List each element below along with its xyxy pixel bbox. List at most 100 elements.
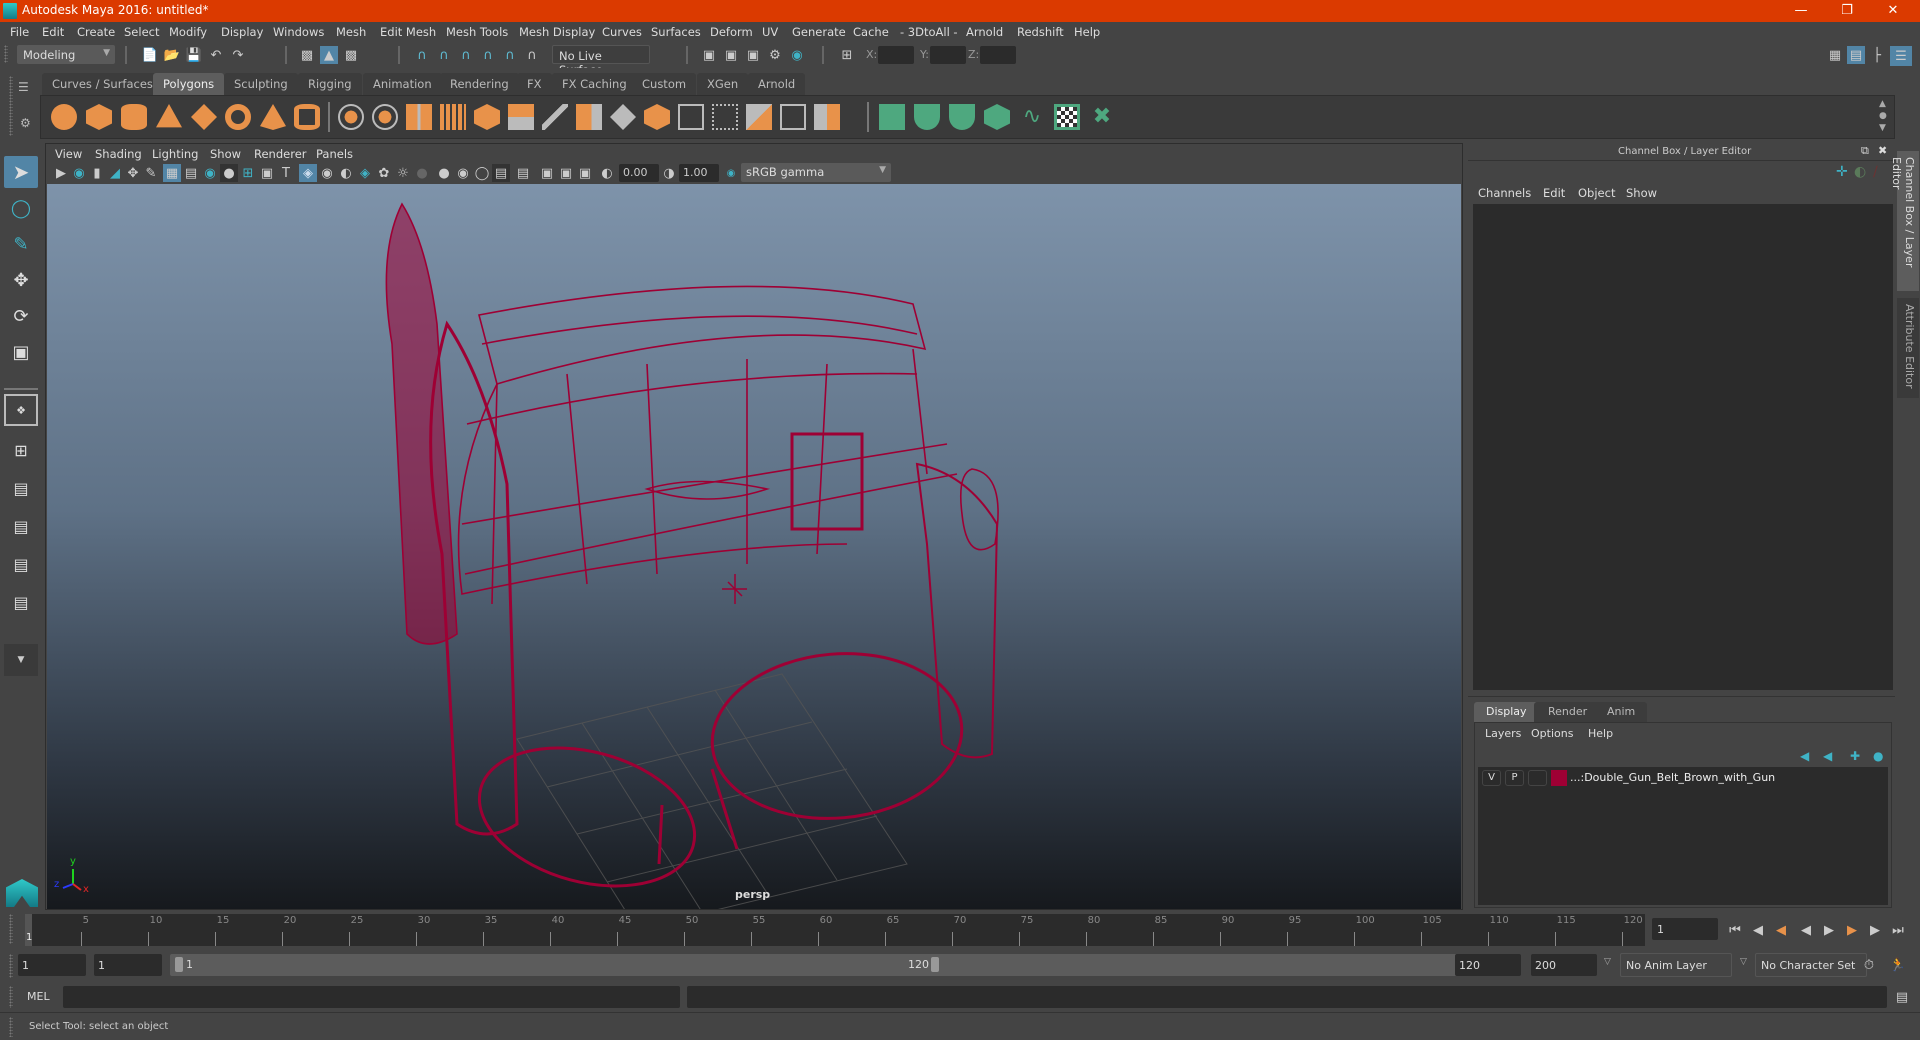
menu-create[interactable]: Create: [77, 25, 115, 39]
shelf-tab-rigging[interactable]: Rigging: [298, 73, 362, 95]
motion-blur-icon[interactable]: ◉: [454, 164, 472, 182]
separate-icon[interactable]: [372, 104, 398, 130]
transform-input-icon[interactable]: ⊞: [838, 46, 856, 64]
snap-view-plane-icon[interactable]: ∩: [479, 46, 497, 64]
safe-title-icon[interactable]: T: [277, 164, 295, 182]
save-scene-icon[interactable]: 💾: [185, 46, 203, 64]
drag-handle[interactable]: [9, 954, 13, 978]
layer-tab-anim[interactable]: Anim: [1595, 702, 1648, 722]
move-layer-up-icon[interactable]: ◀: [1800, 749, 1809, 763]
persp-outliner-layout-icon[interactable]: ▤: [4, 472, 38, 504]
select-camera-icon[interactable]: ▶: [52, 164, 70, 182]
viewport-menu-lighting[interactable]: Lighting: [152, 147, 198, 161]
combine-icon[interactable]: [338, 104, 364, 130]
reduce-icon[interactable]: [780, 104, 806, 130]
layer-tab-display[interactable]: Display: [1474, 702, 1539, 722]
channel-list[interactable]: [1473, 204, 1893, 690]
animation-preferences-icon[interactable]: 🏃: [1889, 956, 1907, 974]
image-plane-icon[interactable]: ◢: [106, 164, 124, 182]
animation-end-field[interactable]: 200: [1531, 954, 1597, 976]
gate-mask-icon[interactable]: ●: [220, 164, 238, 182]
bookmark-icon[interactable]: ▮: [88, 164, 106, 182]
menu-mesh-display[interactable]: Mesh Display: [519, 25, 595, 39]
grid-toggle-icon[interactable]: ▦: [163, 164, 181, 182]
layers-menu-layers[interactable]: Layers: [1485, 727, 1521, 740]
new-layer-icon[interactable]: ✚: [1850, 749, 1860, 763]
resolution-gate-icon[interactable]: ◉: [201, 164, 219, 182]
float-panel-icon[interactable]: ⧉: [1861, 144, 1869, 158]
shelf-tab-rendering[interactable]: Rendering: [440, 73, 519, 95]
four-view-layout-icon[interactable]: ⊞: [4, 434, 38, 466]
menu-uv[interactable]: UV: [762, 25, 778, 39]
hypershade-icon[interactable]: ◉: [788, 46, 806, 64]
mirror-icon[interactable]: [406, 104, 432, 130]
step-back-key-icon[interactable]: ◀: [1772, 921, 1790, 939]
attribute-editor-toggle-icon[interactable]: ▤: [1847, 46, 1865, 64]
safe-action-icon[interactable]: ▣: [258, 164, 276, 182]
hypershade-layout-icon[interactable]: ▤: [4, 548, 38, 580]
menu-set-dropdown[interactable]: Modeling ▼: [17, 45, 115, 64]
menu-surfaces[interactable]: Surfaces: [651, 25, 701, 39]
time-slider-track[interactable]: 1 5 10 15 20 25 30 35 40 45 50 55 60 65 70 75 80 85 90 95 1…: [25, 914, 1645, 946]
shelf-tab-sculpting[interactable]: Sculpting: [224, 73, 298, 95]
gamma-field[interactable]: 1.00: [679, 164, 719, 182]
sew-uv-icon[interactable]: ✖: [1089, 104, 1115, 130]
viewport-menu-shading[interactable]: Shading: [95, 147, 142, 161]
layer-visibility-toggle[interactable]: V: [1482, 770, 1501, 786]
persp-graph-layout-icon[interactable]: ▤: [4, 510, 38, 542]
layer-display-type-toggle[interactable]: [1528, 770, 1547, 786]
wireframe-icon[interactable]: ◈: [299, 164, 317, 182]
shelf-tab-polygons[interactable]: Polygons: [153, 73, 225, 95]
lasso-tool-icon[interactable]: ◯: [4, 192, 38, 224]
render-view-icon[interactable]: ▣: [700, 46, 718, 64]
menu-mesh-tools[interactable]: Mesh Tools: [446, 25, 508, 39]
drag-handle[interactable]: [9, 76, 13, 136]
drag-handle[interactable]: [9, 914, 13, 944]
poly-pipe-icon[interactable]: [294, 104, 320, 130]
character-set-chevron-icon[interactable]: ▽: [1740, 957, 1747, 967]
camera-attributes-icon[interactable]: ◉: [70, 164, 88, 182]
snap-point-icon[interactable]: ∩: [457, 46, 475, 64]
z-field[interactable]: [980, 46, 1016, 64]
menu-generate[interactable]: Generate: [792, 25, 846, 39]
planar-uv-icon[interactable]: [879, 104, 905, 130]
smooth-icon[interactable]: [440, 104, 466, 130]
snap-grid-icon[interactable]: ∩: [413, 46, 431, 64]
poly-pyramid-icon[interactable]: [260, 104, 286, 130]
color-management-toggle-icon[interactable]: ◉: [722, 164, 740, 182]
playback-start-field[interactable]: 1: [94, 954, 162, 976]
menu-display[interactable]: Display: [221, 25, 263, 39]
menu-arnold[interactable]: Arnold: [966, 25, 1003, 39]
render-settings-icon[interactable]: ⚙: [766, 46, 784, 64]
quad-draw-icon[interactable]: [644, 104, 670, 130]
menu-redshift[interactable]: Redshift: [1017, 25, 1064, 39]
view-transform-dropdown[interactable]: sRGB gamma ▼: [741, 163, 891, 182]
select-tool-icon[interactable]: ➤: [4, 156, 38, 188]
xray-components-icon[interactable]: ▣: [576, 164, 594, 182]
grease-pencil-icon[interactable]: ✎: [142, 164, 160, 182]
depth-of-field-icon[interactable]: ▤: [492, 164, 510, 182]
exposure-icon[interactable]: ◐: [598, 164, 616, 182]
make-hole-icon[interactable]: [746, 104, 772, 130]
anim-layer-dropdown[interactable]: No Anim Layer: [1620, 953, 1732, 977]
snap-live-icon[interactable]: ∩: [523, 46, 541, 64]
shelf-tab-arnold[interactable]: Arnold: [748, 73, 806, 95]
poly-cube-icon[interactable]: [86, 104, 112, 130]
use-default-material-icon[interactable]: ◐: [337, 164, 355, 182]
2d-pan-zoom-icon[interactable]: ✥: [124, 164, 142, 182]
command-input[interactable]: [63, 986, 680, 1008]
menu-help[interactable]: Help: [1074, 25, 1100, 39]
snap-curve-icon[interactable]: ∩: [435, 46, 453, 64]
boolean-icon[interactable]: [814, 104, 840, 130]
viewport-menu-show[interactable]: Show: [210, 147, 241, 161]
auto-key-icon[interactable]: ⏱: [1860, 956, 1878, 974]
persp-graph-outliner-layout-icon[interactable]: ▤: [4, 586, 38, 618]
shelf-tab-fx[interactable]: FX: [517, 73, 552, 95]
step-back-frame-icon[interactable]: ◀: [1749, 921, 1767, 939]
spherical-uv-icon[interactable]: [949, 104, 975, 130]
shadows-icon[interactable]: ●: [413, 164, 431, 182]
select-hierarchy-icon[interactable]: ▩: [298, 46, 316, 64]
playback-end-field[interactable]: 120: [1455, 954, 1521, 976]
side-tab-channel-box[interactable]: Channel Box / Layer Editor: [1890, 151, 1919, 291]
hyper-icon[interactable]: ∕: [1873, 164, 1878, 180]
